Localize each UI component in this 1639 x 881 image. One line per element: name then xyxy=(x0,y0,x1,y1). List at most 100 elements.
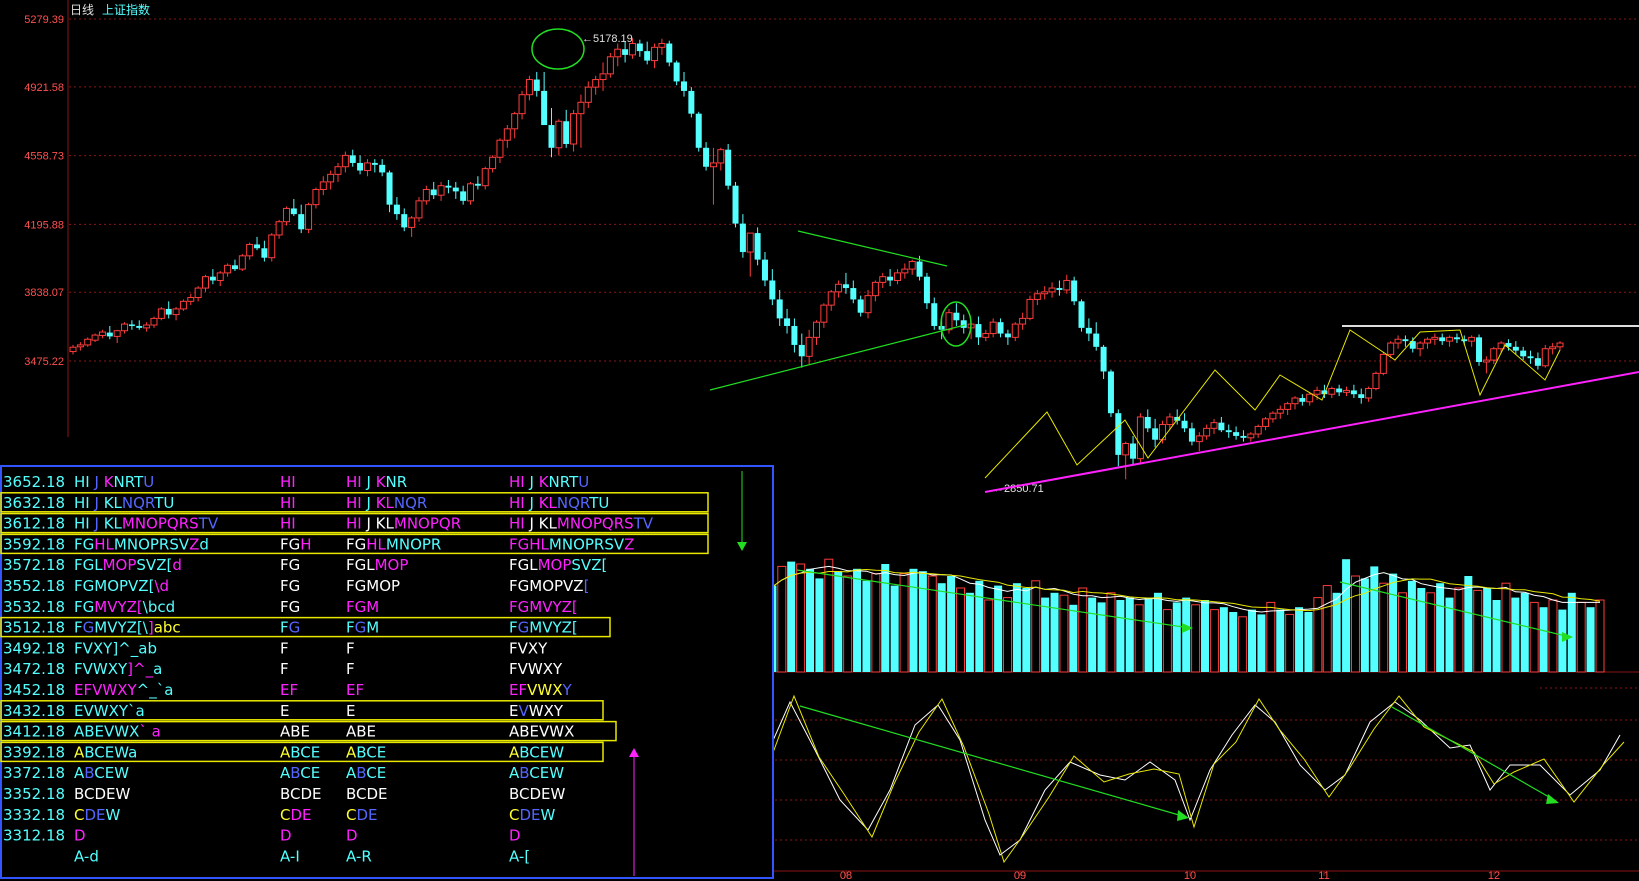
profile-letters: CDEW xyxy=(74,806,121,824)
candle-body-down xyxy=(231,265,238,270)
profile-letters: EF xyxy=(346,681,364,699)
candle-body-up xyxy=(1379,353,1387,374)
profile-letters: ABE xyxy=(346,723,376,741)
candle-body-down xyxy=(644,51,651,61)
volume-bar-down xyxy=(918,571,927,672)
volume-bar-down xyxy=(1248,609,1257,672)
candle-body-down xyxy=(703,147,710,167)
profile-letter-group: W xyxy=(106,806,121,824)
volume-bar-down xyxy=(815,578,824,672)
candle-body-down xyxy=(997,322,1004,334)
profile-price-label: 3632.18 xyxy=(3,494,65,512)
candle-body-up xyxy=(1313,389,1321,395)
profile-letter-group: D xyxy=(346,827,358,845)
profile-letter-group: E xyxy=(509,702,518,720)
profile-letter-group: DE xyxy=(356,806,377,824)
x-tick-label: 08 xyxy=(840,870,852,881)
volume-bar-down xyxy=(1342,559,1351,672)
index-name-label[interactable]: 上证指数 xyxy=(102,2,150,17)
profile-letter-group: W xyxy=(541,806,556,824)
candle-body-up xyxy=(908,261,916,270)
profile-letter-group: G xyxy=(518,619,530,637)
profile-letter-group: J xyxy=(528,473,538,491)
candle-body-up xyxy=(1276,408,1284,414)
candle-body-up xyxy=(1446,336,1454,342)
candle-body-down xyxy=(1130,443,1137,459)
profile-letters: HI J KLNQRTU xyxy=(74,494,174,512)
volume-bar-down xyxy=(947,576,956,672)
volume-bar-down xyxy=(862,580,871,672)
candle-body-up xyxy=(503,128,511,141)
candle-body-up xyxy=(1033,293,1041,300)
candle-body-down xyxy=(916,261,923,277)
profile-letters: D xyxy=(280,827,292,845)
candle-body-up xyxy=(157,308,165,319)
profile-letter-group: FG xyxy=(74,535,94,553)
period-label[interactable]: 日线 xyxy=(70,3,94,17)
profile-letter-group: HI xyxy=(280,515,296,533)
profile-letters: FGM xyxy=(346,598,379,616)
profile-letter-group: MOP xyxy=(538,556,572,574)
profile-letter-group: G xyxy=(83,619,95,637)
y-tick-label: 5279.39 xyxy=(24,14,64,26)
volume-bar-down xyxy=(1144,597,1153,672)
profile-letter-group: MNOPRSV xyxy=(114,535,190,553)
candle-body-up xyxy=(467,183,475,202)
profile-letter-group: H xyxy=(300,535,311,553)
candle-body-up xyxy=(224,264,232,274)
candle-body-up xyxy=(408,217,416,228)
profile-letter-group: E xyxy=(74,702,83,720)
profile-letters: D xyxy=(509,827,521,845)
profile-letter-group: D xyxy=(509,827,521,845)
candle-body-up xyxy=(1416,342,1424,350)
candle-body-up xyxy=(518,94,526,115)
profile-letter-group: BCE xyxy=(290,743,320,761)
profile-letters: FGMOPVZ[ xyxy=(509,577,589,595)
candle-body-up xyxy=(121,323,129,332)
candle-body-down xyxy=(1240,435,1247,438)
profile-letter-group: MNOPQRS xyxy=(557,515,634,533)
volume-bar-down xyxy=(1219,607,1228,672)
candle-body-down xyxy=(533,79,540,91)
profile-letter-group: HI xyxy=(74,515,94,533)
profile-letter-group: d xyxy=(172,556,182,574)
profile-letter-group: \d xyxy=(154,577,169,595)
profile-letter-group: FG xyxy=(280,598,300,616)
profile-price-label: 3452.18 xyxy=(3,681,65,699)
profile-letters: F xyxy=(346,660,355,678)
profile-letter-group: CEW xyxy=(94,764,129,782)
profile-price-label: 3652.18 xyxy=(3,473,65,491)
candle-body-down xyxy=(666,43,673,63)
profile-letter-group: J xyxy=(528,494,538,512)
profile-letter-group: MNOPRSV xyxy=(549,535,625,553)
volume-bar-down xyxy=(1483,588,1492,672)
volume-bar-down xyxy=(1539,607,1548,672)
candle-body-up xyxy=(216,272,224,281)
profile-letters: CDE xyxy=(280,806,312,824)
profile-letters: FGMVYZ[ xyxy=(509,598,578,616)
candle-body-up xyxy=(1011,323,1019,338)
profile-letters: ABCEW xyxy=(74,764,129,782)
volume-bar-down xyxy=(1304,612,1313,672)
profile-letter-group: CEW xyxy=(529,764,564,782)
candle-body-up xyxy=(525,79,533,96)
candle-body-up xyxy=(187,297,195,302)
volume-bar-down xyxy=(1182,597,1191,672)
profile-letter-group: FGMOPVZ xyxy=(509,577,584,595)
profile-letter-group: DE xyxy=(84,806,105,824)
candle-body-down xyxy=(1085,327,1092,334)
x-tick-label: 10 xyxy=(1184,870,1196,881)
candle-body-down xyxy=(622,49,629,55)
profile-letter-group: FG xyxy=(74,598,94,616)
profile-price-label: 3372.18 xyxy=(3,764,65,782)
candle-body-down xyxy=(1358,394,1365,399)
volume-bar-down xyxy=(1257,614,1266,672)
profile-letters: ABCE xyxy=(346,743,386,761)
profile-letter-group: BCDE xyxy=(280,785,322,803)
candle-body-down xyxy=(725,149,732,186)
profile-letters: FG xyxy=(280,619,300,637)
profile-letter-group: FGMOP xyxy=(346,577,400,595)
candle-body-down xyxy=(732,185,739,224)
candle-body-down xyxy=(128,324,135,326)
profile-letter-group: NRT xyxy=(114,473,145,491)
